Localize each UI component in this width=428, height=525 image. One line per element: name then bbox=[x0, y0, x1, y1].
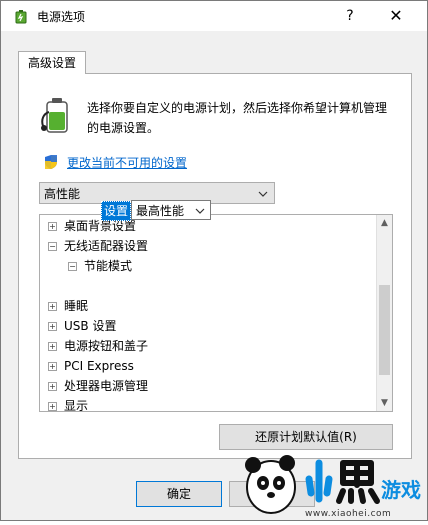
window-title: 电源选项 bbox=[37, 10, 86, 24]
tree-item-label: 显示 bbox=[64, 399, 89, 412]
expand-icon[interactable]: + bbox=[48, 402, 57, 411]
tree-item-label: 电源按钮和盖子 bbox=[64, 339, 149, 353]
svg-text:游戏: 游戏 bbox=[381, 478, 421, 502]
title-bar: 电源选项 ? ✕ bbox=[1, 1, 427, 31]
setting-value-select[interactable]: 最高性能 bbox=[131, 200, 211, 220]
scroll-up-icon[interactable]: ▲ bbox=[377, 215, 392, 231]
watermark-site: www.xiaohei.com bbox=[305, 509, 392, 519]
expand-icon[interactable]: + bbox=[48, 382, 57, 391]
power-options-icon bbox=[13, 8, 29, 24]
chevron-down-icon bbox=[195, 201, 205, 228]
settings-panel: 选择你要自定义的电源计划，然后选择你希望计算机管理的电源设置。 更改当前不可用的… bbox=[18, 73, 412, 459]
change-unavailable-settings-link[interactable]: 更改当前不可用的设置 bbox=[67, 154, 187, 171]
restore-defaults-button[interactable]: 还原计划默认值(R) bbox=[219, 424, 393, 450]
tree-item-label: 睡眠 bbox=[64, 299, 89, 313]
uac-shield-icon bbox=[43, 154, 59, 170]
power-plan-value: 高性能 bbox=[44, 187, 81, 201]
close-button[interactable]: ✕ bbox=[381, 5, 411, 27]
tree-item-label: PCI Express bbox=[64, 359, 134, 373]
tab-advanced-settings[interactable]: 高级设置 bbox=[18, 51, 86, 74]
chevron-down-icon bbox=[258, 183, 268, 213]
power-options-dialog: 电源选项 ? ✕ 高级设置 选择你要自定义的电源计划，然后选择你希望计算机管理的… bbox=[0, 0, 428, 521]
settings-tree[interactable]: + 桌面背景设置 − 无线适配器设置 − 节能模式 + 睡眠 + USB 设置 … bbox=[39, 214, 393, 412]
expand-icon[interactable]: + bbox=[48, 362, 57, 371]
tree-scrollbar[interactable]: ▲ ▼ bbox=[376, 215, 392, 411]
expand-icon[interactable]: + bbox=[48, 322, 57, 331]
setting-label[interactable]: 设置 bbox=[101, 201, 132, 221]
expand-icon[interactable]: + bbox=[48, 302, 57, 311]
expand-icon[interactable]: + bbox=[48, 222, 57, 231]
collapse-icon[interactable]: − bbox=[68, 262, 77, 271]
battery-plan-icon bbox=[39, 96, 73, 136]
scrollbar-thumb[interactable] bbox=[379, 285, 390, 375]
setting-value: 最高性能 bbox=[136, 204, 185, 218]
tree-item-label: 节能模式 bbox=[84, 259, 133, 273]
tree-item-label: 处理器电源管理 bbox=[64, 379, 149, 393]
tree-item-label: USB 设置 bbox=[64, 319, 117, 333]
expand-icon[interactable]: + bbox=[48, 342, 57, 351]
scroll-down-icon[interactable]: ▼ bbox=[377, 395, 392, 411]
ok-button[interactable]: 确定 bbox=[136, 481, 222, 507]
help-button[interactable]: ? bbox=[339, 5, 361, 27]
collapse-icon[interactable]: − bbox=[48, 242, 57, 251]
tree-item-label: 无线适配器设置 bbox=[64, 239, 149, 253]
description-text: 选择你要自定义的电源计划，然后选择你希望计算机管理的电源设置。 bbox=[87, 101, 388, 135]
